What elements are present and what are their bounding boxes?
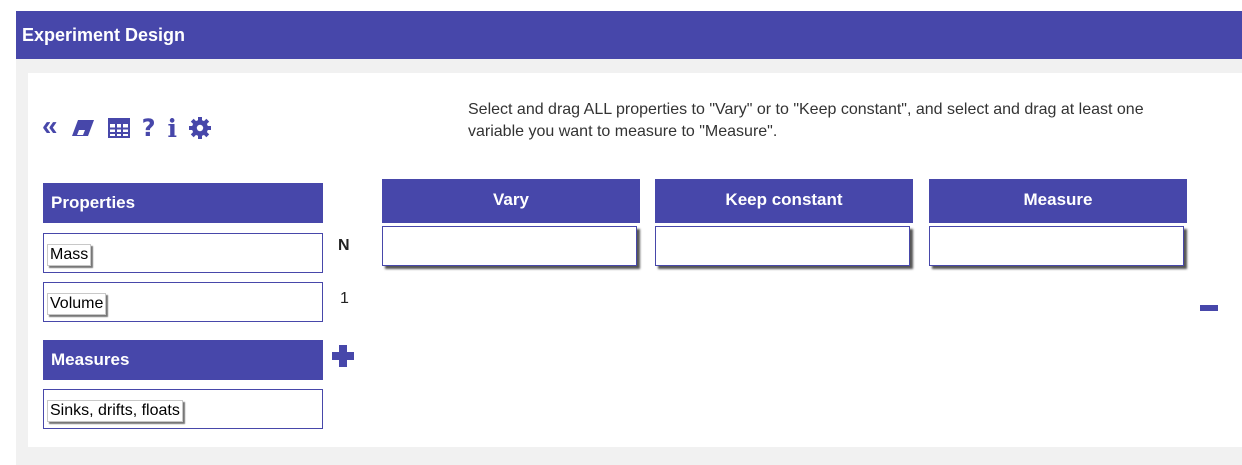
table-icon[interactable] [107,118,130,138]
column-header-measure: Measure [929,179,1187,223]
main-panel: « ? i Select and drag ALL properties to … [28,73,1242,447]
double-chevron-left-icon[interactable]: « [42,112,58,140]
instructions-text: Select and drag ALL properties to "Vary"… [468,101,1144,140]
experiment-design-window: Experiment Design « ? i Select and drag … [16,11,1242,465]
eraser-icon[interactable] [70,118,96,138]
properties-header: Properties [43,183,323,223]
property-slot-mass: Mass [43,233,323,273]
property-chip-mass[interactable]: Mass [47,244,92,266]
column-header-keep-constant: Keep constant [655,179,913,223]
row-number: 1 [340,290,349,307]
row-header-n: N [338,237,350,254]
question-icon[interactable]: ? [142,114,156,142]
column-header-vary: Vary [382,179,640,223]
add-row-icon[interactable] [332,345,354,367]
measure-slot: Sinks, drifts, floats [43,389,323,429]
drop-zone-keep-constant[interactable] [655,226,910,266]
property-slot-volume: Volume [43,282,323,322]
remove-row-icon[interactable] [1200,305,1218,311]
measures-header: Measures [43,340,323,380]
info-icon[interactable]: i [168,114,178,143]
toolbar: « ? i [42,112,223,143]
measure-chip-sinks-drifts-floats[interactable]: Sinks, drifts, floats [47,400,183,422]
property-chip-volume[interactable]: Volume [47,293,107,315]
gear-icon[interactable] [189,117,211,139]
drop-zone-vary[interactable] [382,226,637,266]
drop-zone-measure[interactable] [929,226,1184,266]
window-title: Experiment Design [16,11,1242,59]
